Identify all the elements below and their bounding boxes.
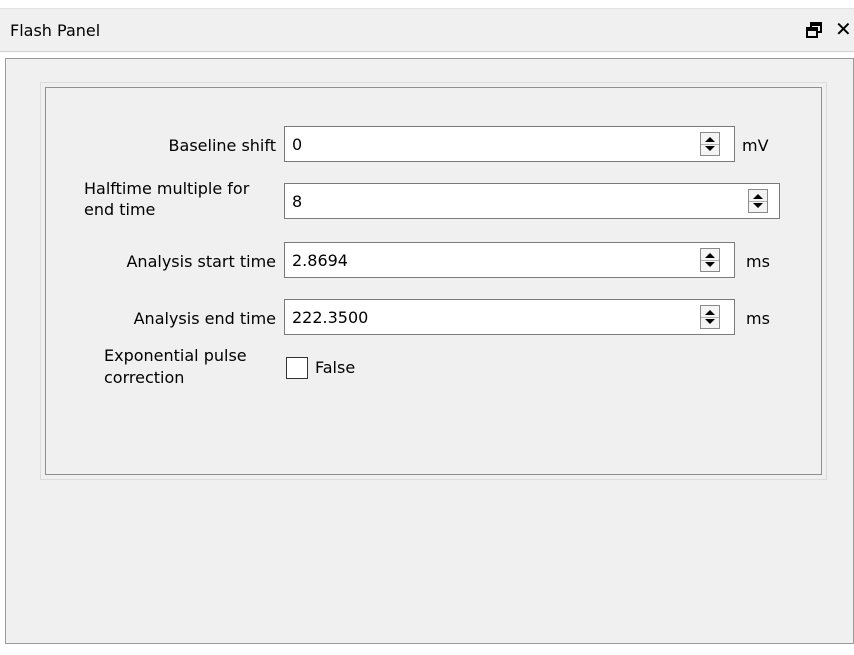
halftime-multiple-spinbox[interactable]: 8 — [284, 183, 780, 219]
spin-up-icon[interactable] — [705, 310, 715, 315]
halftime-multiple-value: 8 — [292, 192, 303, 211]
exponential-pulse-state-text: False — [315, 358, 356, 377]
baseline-shift-label: Baseline shift — [168, 136, 276, 155]
exponential-pulse-checkbox[interactable] — [286, 357, 308, 379]
spin-down-icon[interactable] — [705, 319, 715, 324]
spin-down-icon[interactable] — [705, 146, 715, 151]
spin-up-icon[interactable] — [753, 194, 763, 199]
baseline-shift-value: 0 — [292, 135, 303, 154]
exponential-pulse-label-line1: Exponential pulse — [104, 346, 247, 365]
halftime-multiple-label-line1: Halftime multiple for — [84, 179, 250, 198]
panel-title-bar[interactable]: Flash Panel ✕ — [0, 8, 854, 52]
flash-panel-window: Flash Panel ✕ Baseline shift 0 mV Halfti… — [0, 0, 854, 655]
baseline-shift-unit: mV — [742, 136, 769, 155]
halftime-multiple-label-line2: end time — [84, 200, 156, 219]
analysis-end-time-label: Analysis end time — [133, 309, 276, 328]
analysis-start-time-value: 2.8694 — [292, 251, 348, 270]
analysis-end-time-spinbox[interactable]: 222.3500 — [284, 299, 735, 335]
analysis-start-time-label: Analysis start time — [126, 252, 276, 271]
halftime-multiple-spin-buttons[interactable] — [748, 189, 768, 213]
baseline-shift-spin-buttons[interactable] — [700, 132, 720, 156]
spin-up-icon[interactable] — [705, 137, 715, 142]
spin-up-icon[interactable] — [705, 253, 715, 258]
analysis-start-time-unit: ms — [746, 252, 770, 271]
analysis-start-time-spinbox[interactable]: 2.8694 — [284, 242, 735, 278]
spin-down-icon[interactable] — [753, 203, 763, 208]
settings-group-frame: Baseline shift 0 mV Halftime multiple fo… — [45, 87, 822, 475]
float-restore-icon[interactable] — [806, 22, 822, 38]
analysis-end-time-spin-buttons[interactable] — [700, 305, 720, 329]
analysis-end-time-unit: ms — [746, 309, 770, 328]
spin-down-icon[interactable] — [705, 262, 715, 267]
baseline-shift-spinbox[interactable]: 0 — [284, 126, 735, 162]
analysis-end-time-value: 222.3500 — [292, 308, 369, 327]
analysis-start-time-spin-buttons[interactable] — [700, 248, 720, 272]
exponential-pulse-label-line2: correction — [104, 368, 185, 387]
panel-title: Flash Panel — [10, 21, 101, 40]
panel-content: Baseline shift 0 mV Halftime multiple fo… — [5, 58, 854, 644]
close-icon[interactable]: ✕ — [835, 18, 854, 40]
settings-group: Baseline shift 0 mV Halftime multiple fo… — [40, 82, 827, 480]
